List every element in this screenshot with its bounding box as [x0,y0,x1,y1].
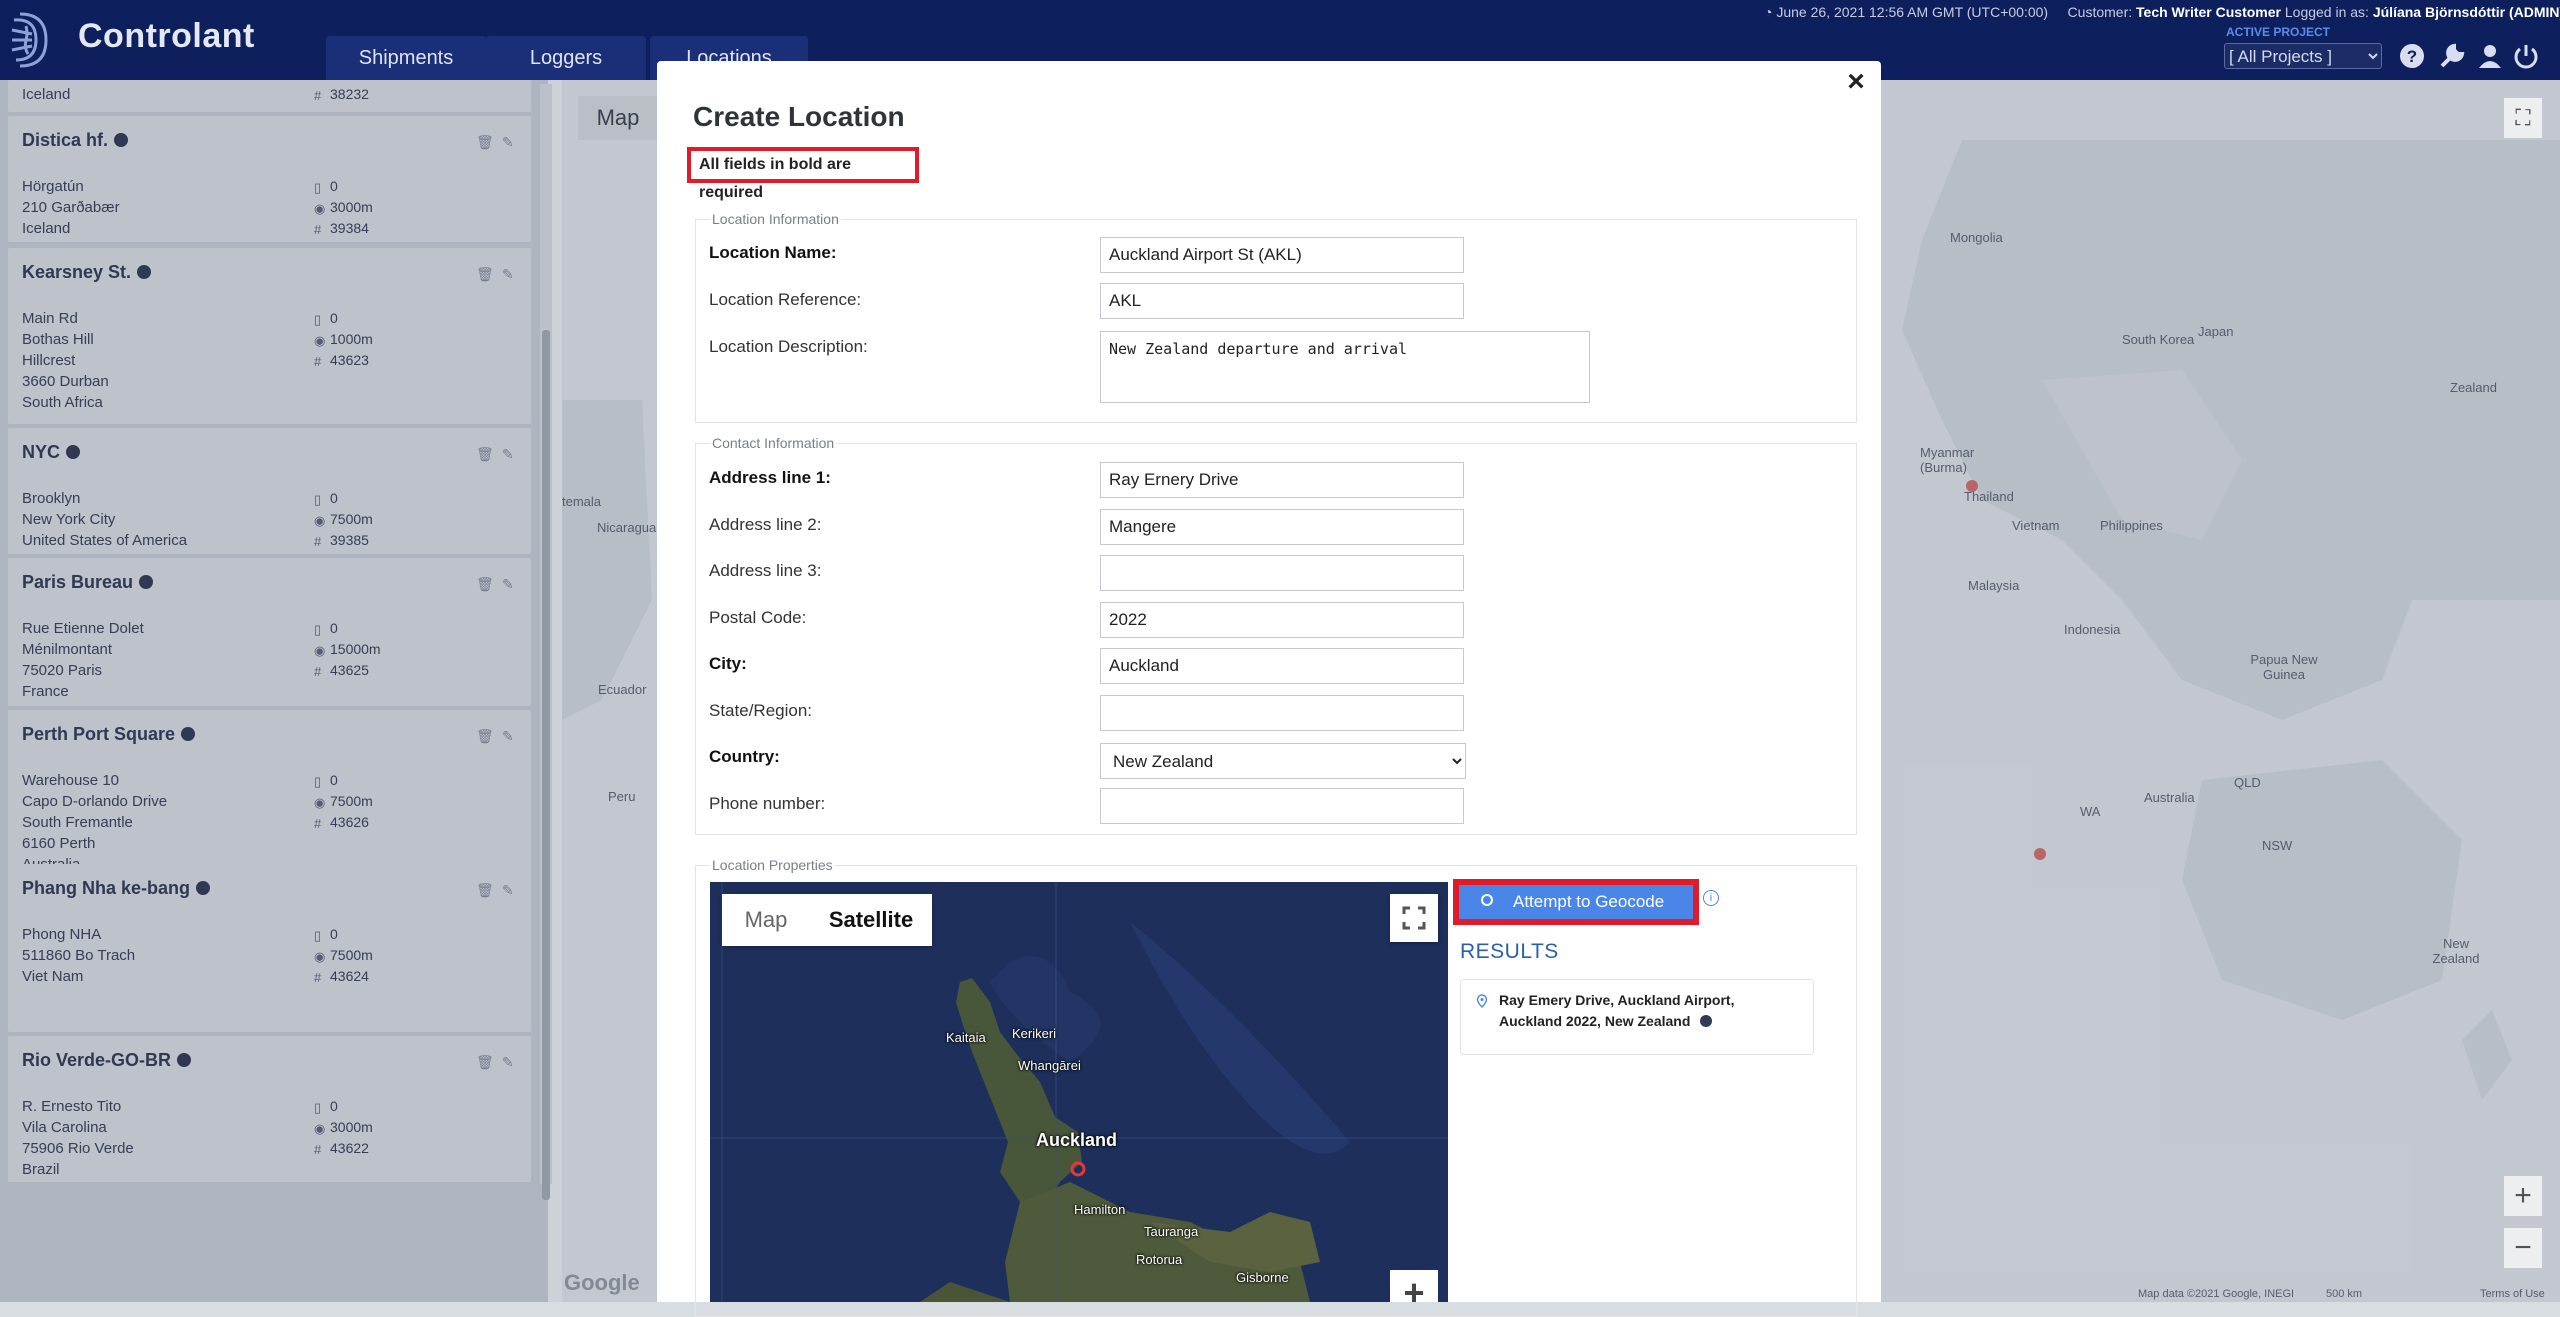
power-icon[interactable] [2512,42,2540,70]
map-place-label: Gisborne [1236,1270,1289,1285]
location-description-label: Location Description: [709,337,868,356]
help-icon[interactable]: ? [2398,42,2426,70]
tab-loggers[interactable]: Loggers [486,36,646,80]
geocode-result-text: Ray Emery Drive, Auckland Airport, Auckl… [1499,990,1799,1032]
address-line-1-label: Address line 1: [709,468,831,487]
active-project-label: ACTIVE PROJECT [2226,25,2331,39]
customer-name: Tech Writer Customer [2136,4,2281,20]
fullscreen-icon[interactable] [1390,894,1438,942]
geocode-button-inner[interactable]: Attempt to Geocode [1459,885,1693,919]
location-name-label: Location Name: [709,243,837,262]
address-line-2-input[interactable] [1100,509,1464,545]
city-input[interactable] [1100,648,1464,684]
map-place-label: Rotorua [1136,1252,1183,1267]
map-type-satellite-button[interactable]: Satellite [810,894,932,946]
address-line-3-label: Address line 3: [709,561,822,580]
clock-icon: ◔ [1764,4,1773,20]
address-line-2-label: Address line 2: [709,515,822,534]
info-icon[interactable]: i [1703,890,1719,906]
map-place-label: Kerikeri [1012,1026,1057,1041]
required-fields-note: All fields in bold are required [687,147,919,201]
customer-label: Customer: [2067,4,2133,20]
country-select[interactable]: New Zealand [1100,743,1466,779]
state-region-input[interactable] [1100,695,1464,731]
user-name: Júlíana Björnsdóttir (ADMIN) [2372,4,2560,20]
session-info: ◔ June 26, 2021 12:56 AM GMT (UTC+00:00)… [1764,4,2560,20]
address-line-3-input[interactable] [1100,555,1464,591]
map-place-label: Auckland [1036,1130,1118,1150]
postal-code-input[interactable] [1100,602,1464,638]
project-select[interactable]: [ All Projects ] [2224,43,2382,69]
location-map[interactable]: Kaitaia Kerikeri Whangārei Auckland Hami… [710,882,1448,1302]
fieldset-legend: Contact Information [712,435,835,451]
address-line-1-input[interactable] [1100,462,1464,498]
state-region-label: State/Region: [709,701,813,720]
country-label: Country: [709,747,780,766]
controlant-logo-icon[interactable] [6,10,64,68]
wrench-icon[interactable] [2438,42,2466,70]
city-label: City: [709,654,747,673]
crosshair-icon [1481,894,1493,906]
current-datetime: June 26, 2021 12:56 AM GMT (UTC+00:00) [1776,4,2049,20]
map-zoom-in-button[interactable]: + [1390,1270,1438,1302]
map-place-label: Tauranga [1144,1224,1199,1239]
phone-number-label: Phone number: [709,794,826,813]
map-place-label: Whangārei [1018,1058,1081,1073]
geocode-button-label: Attempt to Geocode [1513,892,1665,911]
map-place-label: Kaitaia [946,1030,986,1045]
results-heading: RESULTS [1460,940,1559,963]
geocode-result-item[interactable]: Ray Emery Drive, Auckland Airport, Auckl… [1460,979,1814,1055]
postal-code-label: Postal Code: [709,608,807,627]
svg-text:?: ? [2407,47,2417,66]
geocode-result-address: Ray Emery Drive, Auckland Airport, Auckl… [1499,992,1735,1029]
create-location-modal: Create Location × All fields in bold are… [657,61,1881,1317]
brand-name[interactable]: Controlant [78,17,255,56]
map-place-label: Hamilton [1074,1202,1126,1217]
phone-number-input[interactable] [1100,788,1464,824]
logged-in-label: Logged in as: [2284,4,2369,20]
map-type-map-button[interactable]: Map [722,894,810,946]
location-name-input[interactable] [1100,237,1464,273]
attempt-to-geocode-button[interactable]: Attempt to Geocode [1453,879,1699,925]
location-reference-input[interactable] [1100,283,1464,319]
location-reference-label: Location Reference: [709,290,862,309]
map-pin-icon [1476,994,1488,1008]
fieldset-legend: Location Properties [712,857,833,873]
location-description-textarea[interactable]: New Zealand departure and arrival [1100,331,1590,403]
tab-shipments[interactable]: Shipments [326,36,486,80]
globe-icon [1700,1015,1713,1027]
modal-title: Create Location [693,101,905,132]
close-icon[interactable]: × [1841,67,1871,97]
map-type-toggle: Map Satellite [722,894,932,946]
user-icon[interactable] [2476,42,2504,70]
fieldset-legend: Location Information [712,211,839,227]
